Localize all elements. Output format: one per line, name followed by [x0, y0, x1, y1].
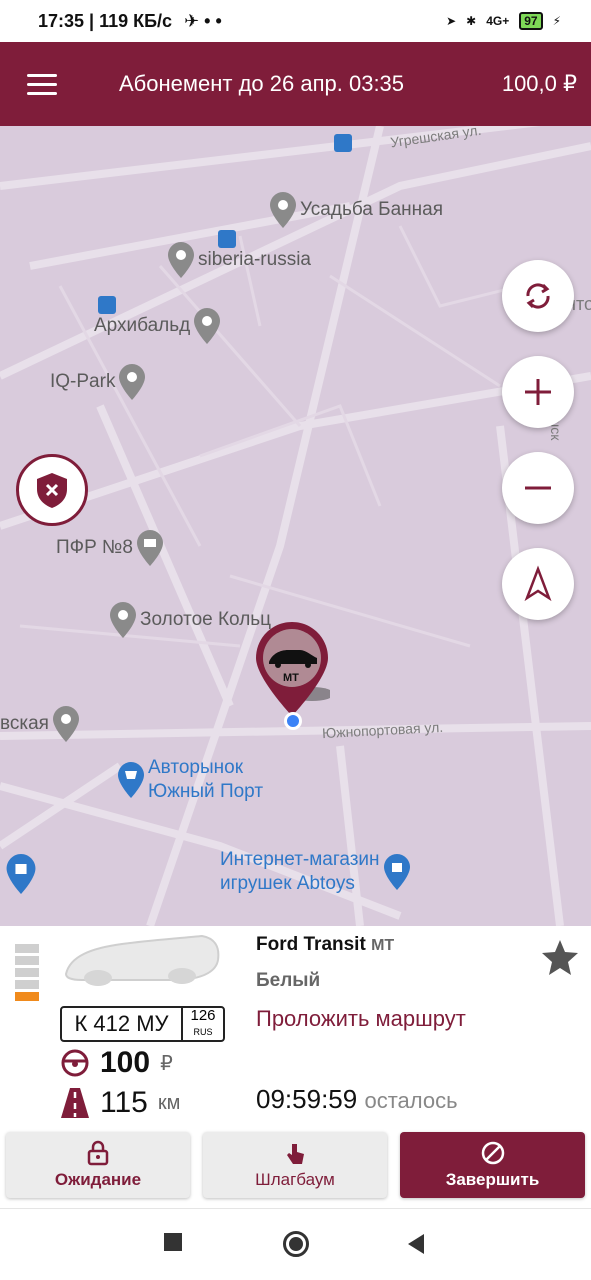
- transmission-tag: МТ: [371, 937, 395, 954]
- tap-hand-icon: [287, 1144, 304, 1164]
- map-pin-icon: [270, 192, 296, 228]
- road-icon: [61, 1088, 89, 1118]
- poi-siberia[interactable]: siberia-russia: [168, 242, 311, 278]
- zoom-out-button[interactable]: [502, 452, 574, 524]
- poi-avtorynok[interactable]: Авторынок Южный Порт: [118, 756, 263, 804]
- home-icon[interactable]: [283, 1231, 309, 1257]
- location-icon: ➤: [446, 14, 457, 28]
- map-pin-icon: [52, 706, 79, 742]
- map-pin-icon: [168, 242, 194, 278]
- signal-icon: 4G+: [486, 14, 510, 28]
- map-pin-icon: [119, 364, 146, 400]
- refresh-icon: [526, 283, 550, 309]
- shield-icon: [37, 473, 67, 508]
- map-view[interactable]: Угрешская ул. Южнопортовая ул. шск нто У…: [0, 126, 591, 926]
- poi-vskaya[interactable]: вская: [0, 706, 79, 742]
- bluetooth-icon: ✱: [466, 14, 477, 28]
- status-bar: 17:35 | 119 КБ/с ✈ • • ➤ ✱ 4G+ 97 ⚡: [0, 0, 591, 42]
- car-map-marker[interactable]: МТ: [254, 620, 334, 720]
- minus-icon: [525, 486, 551, 490]
- barrier-button[interactable]: Шлагбаум: [203, 1132, 387, 1198]
- price-unit: ₽: [160, 1052, 173, 1075]
- poi-zolotoe[interactable]: Золотое Кольц: [110, 602, 271, 638]
- telegram-icon: ✈ • •: [184, 10, 222, 31]
- steering-wheel-icon: [61, 1049, 89, 1077]
- my-location-button[interactable]: [502, 548, 574, 620]
- navigation-arrow-icon: [524, 565, 552, 602]
- lock-icon: [87, 1140, 109, 1166]
- battery-icon: 97: [519, 12, 543, 30]
- shop-pin-icon[interactable]: [6, 854, 36, 899]
- range-unit: км: [157, 1091, 181, 1114]
- plate-number: К 412 МУ: [74, 1011, 169, 1036]
- car-image: [64, 934, 220, 986]
- favorite-star-icon[interactable]: [540, 938, 580, 978]
- shop-pin-icon: [383, 854, 410, 890]
- shop-pin-icon: [118, 762, 144, 798]
- subscription-title: Абонемент до 26 апр. 03:35: [119, 71, 405, 96]
- wait-button[interactable]: Ожидание: [6, 1132, 190, 1198]
- app-bar: Абонемент до 26 апр. 03:35 100,0 ₽: [0, 42, 591, 126]
- plus-icon: [525, 379, 551, 405]
- license-plate: К 412 МУ 126 RUS: [60, 1006, 225, 1042]
- stop-icon: [481, 1141, 504, 1165]
- marker-label: МТ: [283, 672, 299, 684]
- poi-pfr[interactable]: ПФР №8: [56, 530, 164, 566]
- action-bar: Ожидание Шлагбаум Завершить: [0, 1132, 591, 1200]
- poi-arhibald[interactable]: Архибальд: [94, 308, 221, 344]
- range-value: 115: [100, 1086, 148, 1119]
- recents-icon[interactable]: [164, 1233, 182, 1251]
- fuel-level-indicator: [15, 944, 39, 1004]
- map-pin-icon: [194, 308, 221, 344]
- charging-icon: ⚡: [552, 14, 561, 28]
- car-model: Ford Transit МТ: [256, 934, 395, 955]
- insurance-button[interactable]: [16, 454, 88, 526]
- range-stat: 115 км: [60, 1086, 180, 1120]
- finish-button[interactable]: Завершить: [400, 1132, 585, 1198]
- map-pin-icon: [110, 602, 136, 638]
- system-nav-bar: [0, 1208, 591, 1280]
- plate-region: 126 RUS: [181, 1008, 223, 1040]
- bank-pin-icon: [137, 530, 164, 566]
- bus-stop-icon[interactable]: [334, 134, 352, 152]
- poi-iqpark[interactable]: IQ-Park: [50, 364, 146, 400]
- price-stat: 100 ₽: [60, 1046, 173, 1080]
- poi-usadba[interactable]: Усадьба Банная: [270, 192, 443, 228]
- rental-timer: 09:59:59 осталось: [256, 1084, 458, 1114]
- poi-abtoys[interactable]: Интернет-магазин игрушек Abtoys: [220, 848, 410, 896]
- zoom-in-button[interactable]: [502, 356, 574, 428]
- refresh-button[interactable]: [502, 260, 574, 332]
- car-color: Белый: [256, 970, 321, 991]
- back-icon[interactable]: [406, 1233, 426, 1255]
- user-location-dot: [284, 712, 302, 730]
- price-value: 100: [100, 1046, 151, 1079]
- status-time: 17:35 | 119 КБ/с: [38, 10, 173, 31]
- menu-icon[interactable]: [27, 68, 57, 101]
- balance[interactable]: 100,0 ₽: [502, 71, 577, 97]
- build-route-link[interactable]: Проложить маршрут: [256, 1006, 466, 1032]
